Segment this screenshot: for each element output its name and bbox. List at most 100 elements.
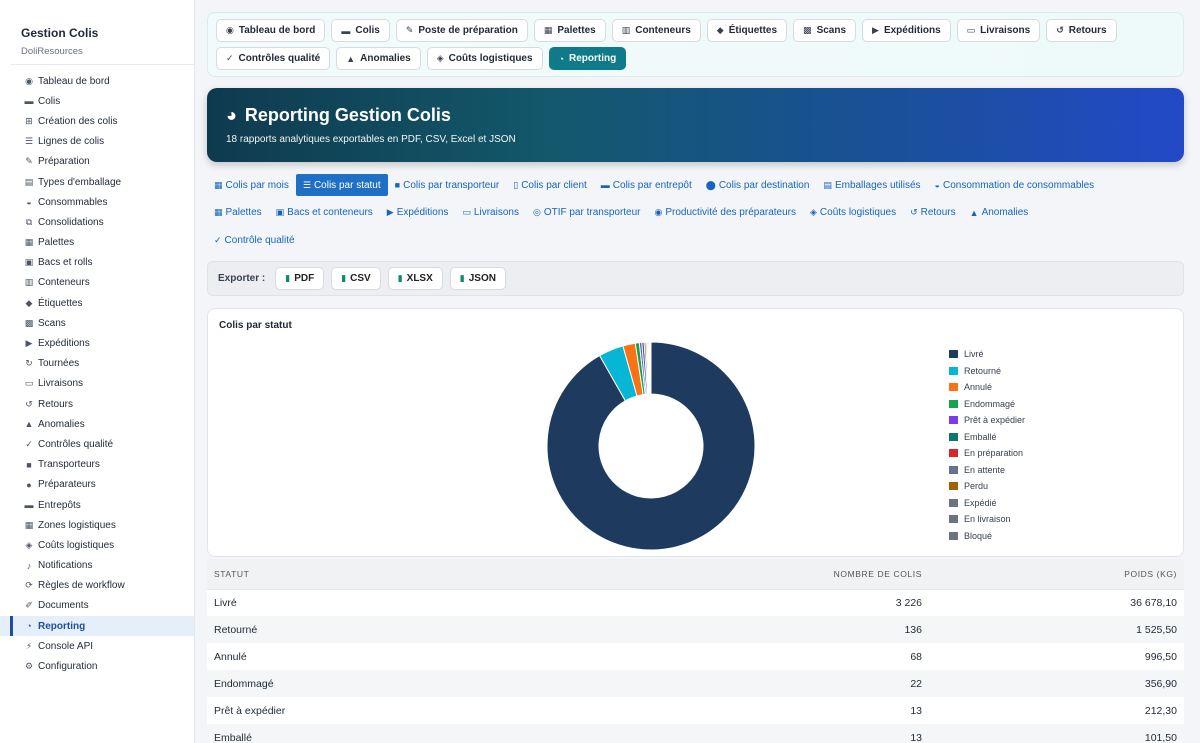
export-label: Exporter : xyxy=(218,273,266,284)
report-tab-retours[interactable]: ↺ Retours xyxy=(903,202,963,224)
sidebar-item-configuration[interactable]: ⚙ Configuration xyxy=(0,656,194,676)
report-tab-colis-par-client[interactable]: ▯ Colis par client xyxy=(506,174,594,196)
sidebar-item-consolidations[interactable]: ⧉ Consolidations xyxy=(0,212,194,232)
report-tab-label: Retours xyxy=(920,207,956,218)
sidebar-item-regles-de-workflow[interactable]: ⟳ Règles de workflow xyxy=(0,576,194,596)
sidebar-item-entrepots[interactable]: ▬ Entrepôts xyxy=(0,495,194,515)
top-nav-tableau-de-bord[interactable]: ◉ Tableau de bord xyxy=(216,19,326,42)
sidebar-item-tableau-de-bord[interactable]: ◉ Tableau de bord xyxy=(0,71,194,91)
report-tab-anomalies[interactable]: ▲ Anomalies xyxy=(963,202,1036,224)
report-tab-consommation-de-consommables[interactable]: ◒ Consommation de consommables xyxy=(928,174,1102,196)
report-tab-emballages-utilises[interactable]: ▤ Emballages utilisés xyxy=(816,174,927,196)
sidebar-item-bacs-et-rolls[interactable]: ▣ Bacs et rolls xyxy=(0,253,194,273)
legend-item-endommage[interactable]: Endommagé xyxy=(949,396,1025,413)
sidebar-item-types-d-emballage[interactable]: ▤ Types d'emballage xyxy=(0,172,194,192)
table-row[interactable]: Endommagé 22 356,90 xyxy=(207,670,1184,697)
tournees-icon: ↻ xyxy=(25,358,33,369)
report-tab-palettes[interactable]: ▦ Palettes xyxy=(207,202,269,224)
top-nav-livraisons[interactable]: ▭ Livraisons xyxy=(956,19,1041,42)
top-nav-conteneurs[interactable]: ▥ Conteneurs xyxy=(611,19,701,42)
top-nav-expeditions[interactable]: ▶ Expéditions xyxy=(862,19,951,42)
header-poids[interactable]: POIDS (KG) xyxy=(929,559,1184,590)
report-tab-colis-par-transporteur[interactable]: ■ Colis par transporteur xyxy=(388,174,507,196)
legend-item-en-attente[interactable]: En attente xyxy=(949,462,1025,479)
report-tab-controle-qualite[interactable]: ✓ Contrôle qualité xyxy=(207,229,302,251)
report-tabs-row-1: ▦ Colis par mois ☰ Colis par statut ■ Colis p… xyxy=(207,174,1184,196)
top-nav-label: Poste de préparation xyxy=(418,25,518,36)
top-nav-poste-de-preparation[interactable]: ✎ Poste de préparation xyxy=(395,19,528,42)
sidebar-item-couts-logistiques[interactable]: ◈ Coûts logistiques xyxy=(0,535,194,555)
table-row[interactable]: Annulé 68 996,50 xyxy=(207,643,1184,670)
report-tab-bacs-et-conteneurs[interactable]: ▣ Bacs et conteneurs xyxy=(269,202,380,224)
top-nav-scans[interactable]: ▩ Scans xyxy=(793,19,857,42)
report-tab-livraisons[interactable]: ▭ Livraisons xyxy=(455,202,526,224)
table-row[interactable]: Prêt à expédier 13 212,30 xyxy=(207,697,1184,724)
sidebar-item-etiquettes[interactable]: ◆ Étiquettes xyxy=(0,293,194,313)
donut-slice-bloque[interactable] xyxy=(649,341,652,395)
top-nav-colis[interactable]: ▬ Colis xyxy=(331,19,390,42)
legend-item-pret-a-expedier[interactable]: Prêt à expédier xyxy=(949,412,1025,429)
sidebar-item-livraisons[interactable]: ▭ Livraisons xyxy=(0,374,194,394)
table-row[interactable]: Retourné 136 1 525,50 xyxy=(207,616,1184,643)
conteneurs-icon: ▥ xyxy=(621,25,631,35)
sidebar-item-anomalies[interactable]: ▲ Anomalies xyxy=(0,414,194,434)
legend-item-en-livraison[interactable]: En livraison xyxy=(949,511,1025,528)
sidebar-item-tournees[interactable]: ↻ Tournées xyxy=(0,354,194,374)
sidebar-item-preparateurs[interactable]: ● Préparateurs xyxy=(0,475,194,495)
legend-item-emballe[interactable]: Emballé xyxy=(949,429,1025,446)
sidebar-item-documents[interactable]: ✐ Documents xyxy=(0,596,194,616)
sidebar-item-scans[interactable]: ▩ Scans xyxy=(0,313,194,333)
legend-item-expedie[interactable]: Expédié xyxy=(949,495,1025,512)
top-nav-retours[interactable]: ↺ Retours xyxy=(1046,19,1117,42)
legend-item-bloque[interactable]: Bloqué xyxy=(949,528,1025,545)
sidebar-item-retours[interactable]: ↺ Retours xyxy=(0,394,194,414)
export-pdf-button[interactable]: ▮ PDF xyxy=(275,267,325,290)
report-tab-label: Colis par entrepôt xyxy=(612,179,692,191)
legend-item-annule[interactable]: Annulé xyxy=(949,379,1025,396)
sidebar-item-expeditions[interactable]: ▶ Expéditions xyxy=(0,333,194,353)
sidebar-item-conteneurs[interactable]: ▥ Conteneurs xyxy=(0,273,194,293)
report-tab-colis-par-entrepot[interactable]: ▬ Colis par entrepôt xyxy=(594,174,699,196)
report-tab-otif-par-transporteur[interactable]: ◎ OTIF par transporteur xyxy=(526,202,648,224)
sidebar-item-preparation[interactable]: ✎ Préparation xyxy=(0,152,194,172)
legend-item-perdu[interactable]: Perdu xyxy=(949,478,1025,495)
table-row[interactable]: Emballé 13 101,50 xyxy=(207,724,1184,743)
header-statut[interactable]: STATUT xyxy=(207,559,554,590)
anomalies-icon: ▲ xyxy=(24,419,34,430)
sidebar-item-console-api[interactable]: ⚡ Console API xyxy=(0,636,194,656)
top-nav-reporting[interactable]: ◔ Reporting xyxy=(548,47,627,70)
legend-item-en-preparation[interactable]: En préparation xyxy=(949,445,1025,462)
top-nav-etiquettes[interactable]: ◆ Étiquettes xyxy=(706,19,788,42)
report-tab-productivite-des-preparateurs[interactable]: ◉ Productivité des préparateurs xyxy=(648,202,803,224)
cell-poids: 356,90 xyxy=(929,670,1184,697)
top-nav-couts-logistiques[interactable]: ◈ Coûts logistiques xyxy=(426,47,543,70)
report-tab-colis-par-statut[interactable]: ☰ Colis par statut xyxy=(295,174,388,196)
sidebar-item-colis[interactable]: ▬ Colis xyxy=(0,91,194,111)
sidebar-item-reporting[interactable]: ◔ Reporting xyxy=(0,616,194,637)
top-nav-label: Scans xyxy=(816,25,847,36)
top-nav-palettes[interactable]: ▦ Palettes xyxy=(533,19,606,42)
sidebar-item-label: Palettes xyxy=(38,237,75,249)
export-csv-button[interactable]: ▮ CSV xyxy=(331,267,381,290)
report-tab-label: Expéditions xyxy=(396,207,449,218)
sidebar-item-transporteurs[interactable]: ■ Transporteurs xyxy=(0,455,194,475)
sidebar-item-zones-logistiques[interactable]: ▦ Zones logistiques xyxy=(0,515,194,535)
report-tab-expeditions[interactable]: ▶ Expéditions xyxy=(380,202,456,224)
sidebar-item-consommables[interactable]: ◒ Consommables xyxy=(0,192,194,212)
sidebar-item-lignes-de-colis[interactable]: ☰ Lignes de colis xyxy=(0,132,194,152)
sidebar-item-controles-qualite[interactable]: ✓ Contrôles qualité xyxy=(0,434,194,454)
legend-item-retourne[interactable]: Retourné xyxy=(949,363,1025,380)
export-xlsx-button[interactable]: ▮ XLSX xyxy=(387,267,443,290)
top-nav-controles-qualite[interactable]: ✓ Contrôles qualité xyxy=(216,47,331,70)
sidebar-item-creation-des-colis[interactable]: ⊞ Création des colis xyxy=(0,111,194,131)
report-tab-colis-par-destination[interactable]: ⬤ Colis par destination xyxy=(699,174,817,196)
report-tab-couts-logistiques[interactable]: ◈ Coûts logistiques xyxy=(803,202,903,224)
legend-item-livre[interactable]: Livré xyxy=(949,346,1025,363)
table-row[interactable]: Livré 3 226 36 678,10 xyxy=(207,589,1184,616)
report-tab-colis-par-mois[interactable]: ▦ Colis par mois xyxy=(207,174,296,196)
top-nav-anomalies[interactable]: ▲ Anomalies xyxy=(336,47,421,70)
sidebar-item-palettes[interactable]: ▦ Palettes xyxy=(0,233,194,253)
header-nombre-colis[interactable]: NOMBRE DE COLIS xyxy=(554,559,929,590)
sidebar-item-notifications[interactable]: ♪ Notifications xyxy=(0,556,194,576)
export-json-button[interactable]: ▮ JSON xyxy=(449,267,506,290)
